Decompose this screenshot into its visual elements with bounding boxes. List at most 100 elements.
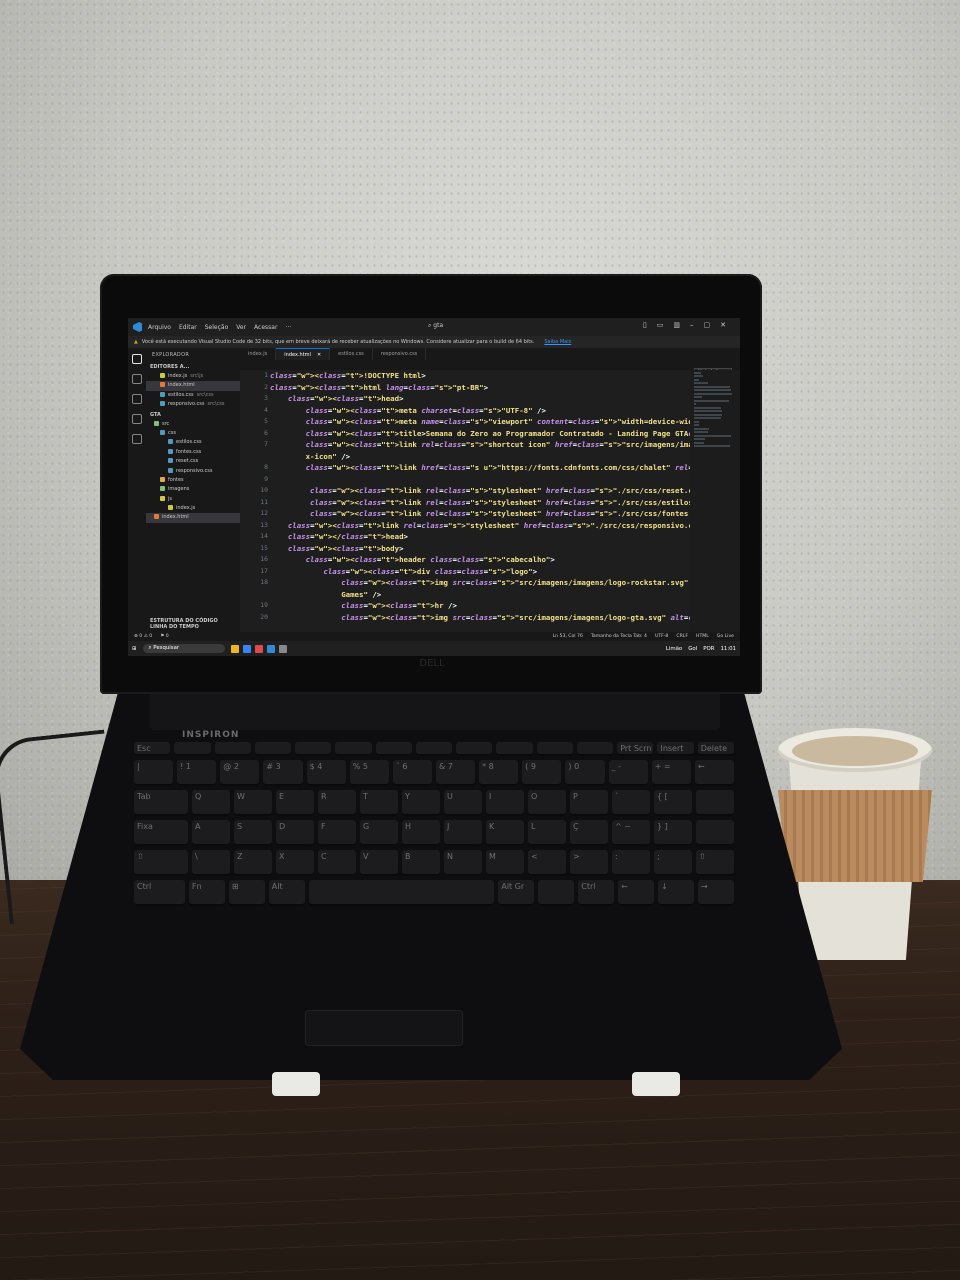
- vscode-taskbar-icon[interactable]: [266, 644, 275, 653]
- keyboard-key[interactable]: + =: [651, 760, 691, 786]
- keyboard-key[interactable]: $ 4: [306, 760, 346, 786]
- layout-sidebar-icon[interactable]: ▯: [643, 321, 647, 329]
- status-indentation[interactable]: Tamanho da Tecla Tab: 4: [591, 634, 647, 639]
- close-icon[interactable]: ✕: [720, 321, 726, 329]
- keyboard-key[interactable]: V: [360, 850, 398, 876]
- keyboard-key[interactable]: [295, 742, 332, 756]
- keyboard-key[interactable]: R: [318, 790, 356, 816]
- taskbar-search[interactable]: ⌕ Pesquisar: [142, 644, 225, 653]
- keyboard-key[interactable]: O: [528, 790, 566, 816]
- tab-index-js[interactable]: index.js: [240, 348, 277, 360]
- tab-index-html[interactable]: index.html ✕: [276, 348, 331, 360]
- keyboard-key[interactable]: Tab: [134, 790, 188, 816]
- keyboard-key[interactable]: % 5: [349, 760, 389, 786]
- store-icon[interactable]: [278, 644, 287, 653]
- keyboard-key[interactable]: |: [134, 760, 174, 786]
- minimize-icon[interactable]: –: [690, 321, 694, 329]
- code-line[interactable]: class="w"><class="t">link href=class="s …: [270, 462, 740, 474]
- keyboard-key[interactable]: { [: [654, 790, 692, 816]
- code-line[interactable]: class="w"><class="t">html lang=class="s"…: [270, 382, 690, 394]
- tree-folder-css[interactable]: css: [146, 429, 240, 438]
- extensions-icon[interactable]: [132, 434, 142, 444]
- code-line[interactable]: class="w"><class="t">link rel=class="s">…: [270, 520, 711, 532]
- keyboard-key[interactable]: [335, 742, 372, 756]
- search-view-icon[interactable]: [132, 374, 142, 384]
- keyboard-key[interactable]: Z: [234, 850, 272, 876]
- command-center-search[interactable]: ⌕ gta: [428, 322, 548, 332]
- keyboard-key[interactable]: C: [318, 850, 356, 876]
- keyboard-key[interactable]: ) 0: [565, 760, 605, 786]
- status-encoding[interactable]: UTF-8: [655, 634, 668, 639]
- keyboard-key[interactable]: \: [192, 850, 230, 876]
- keyboard-key[interactable]: I: [486, 790, 524, 816]
- code-line[interactable]: class="w"><class="t">header class=class=…: [270, 554, 690, 566]
- open-file-item[interactable]: index.js src\js: [146, 372, 240, 381]
- keyboard-key[interactable]: Fixa: [134, 820, 188, 846]
- code-line[interactable]: class="w"><class="t">title>Semana do Zer…: [270, 428, 740, 440]
- notification-link[interactable]: Saiba Mais: [544, 339, 571, 345]
- keyboard-key[interactable]: ! 1: [177, 760, 217, 786]
- keyboard-key[interactable]: D: [276, 820, 314, 846]
- keyboard-key[interactable]: [536, 742, 573, 756]
- keyboard-key[interactable]: * 8: [479, 760, 519, 786]
- keyboard-key[interactable]: [456, 742, 493, 756]
- tab-responsivo-css[interactable]: responsivo.css: [373, 348, 427, 360]
- keyboard-key[interactable]: # 3: [263, 760, 303, 786]
- keyboard-key[interactable]: [496, 742, 533, 756]
- layout-panel-icon[interactable]: ▭: [657, 321, 664, 329]
- keyboard-key[interactable]: S: [234, 820, 272, 846]
- keyboard-key[interactable]: ⊞: [228, 880, 265, 906]
- project-header[interactable]: GTA: [146, 410, 240, 420]
- status-go-live[interactable]: Go Live: [717, 634, 734, 639]
- open-file-item[interactable]: responsivo.css src\css: [146, 400, 240, 409]
- status-eol[interactable]: CRLF: [676, 634, 688, 639]
- code-line[interactable]: class="w"><class="t">meta charset=class=…: [270, 405, 690, 417]
- layout-split-icon[interactable]: ▥: [673, 321, 680, 329]
- keyboard-key[interactable]: ⇧: [134, 850, 188, 876]
- code-line[interactable]: class="w"><class="t">link rel=class="s">…: [270, 485, 719, 497]
- keyboard-key[interactable]: Insert: [657, 742, 694, 756]
- code-line[interactable]: class="w"><class="t">img src=class="s">"…: [270, 612, 740, 624]
- keyboard-key[interactable]: _ -: [608, 760, 648, 786]
- code-line[interactable]: class="w"><class="t">hr />: [270, 600, 690, 612]
- touchpad[interactable]: [305, 1010, 463, 1046]
- keyboard-key[interactable]: Alt Gr: [498, 880, 535, 906]
- code-line[interactable]: class="w"><class="t">img src=class="s">"…: [270, 577, 740, 589]
- code-line[interactable]: class="w"><class="t">link rel=class="s">…: [270, 508, 724, 520]
- menu-more[interactable]: ···: [285, 324, 291, 331]
- tree-file[interactable]: index.html: [146, 513, 240, 523]
- keyboard-key[interactable]: Ctrl: [134, 880, 185, 906]
- code-line[interactable]: class="w"><class="t">link rel=class="s">…: [270, 497, 728, 509]
- keyboard-key[interactable]: :: [612, 850, 650, 876]
- code-line[interactable]: class="w"><class="t">link rel=class="s">…: [270, 439, 740, 451]
- code-line[interactable]: class="w"><class="t">head>: [270, 393, 690, 405]
- menu-editar[interactable]: Editar: [179, 324, 197, 331]
- menu-arquivo[interactable]: Arquivo: [148, 324, 171, 331]
- tree-file[interactable]: index.js: [146, 504, 240, 513]
- keyboard-key[interactable]: [538, 880, 575, 906]
- menu-selecao[interactable]: Seleção: [205, 324, 229, 331]
- keyboard-key[interactable]: >: [570, 850, 608, 876]
- keyboard-key[interactable]: Alt: [268, 880, 305, 906]
- tree-file[interactable]: reset.css: [146, 457, 240, 466]
- tab-estilos-css[interactable]: estilos.css: [330, 348, 373, 360]
- keyboard-key[interactable]: [576, 742, 614, 756]
- keyboard-key[interactable]: `: [612, 790, 650, 816]
- keyboard-key[interactable]: @ 2: [220, 760, 260, 786]
- keyboard-key[interactable]: [254, 742, 292, 756]
- maximize-icon[interactable]: ▢: [704, 321, 711, 329]
- tree-folder-js[interactable]: js: [146, 495, 240, 504]
- tray-weather[interactable]: Limão: [666, 646, 682, 652]
- keyboard-key[interactable]: Fn: [188, 880, 225, 906]
- close-tab-icon[interactable]: ✕: [317, 352, 321, 358]
- keyboard-key[interactable]: F: [318, 820, 356, 846]
- keyboard-key[interactable]: ;: [654, 850, 692, 876]
- tree-file[interactable]: fontes.css: [146, 448, 240, 457]
- keyboard-key[interactable]: Delete: [697, 742, 734, 756]
- keyboard-key[interactable]: [214, 742, 251, 756]
- keyboard-key[interactable]: [415, 742, 453, 756]
- code-line[interactable]: class="w"></class="t">head>: [270, 531, 690, 543]
- keyboard-key[interactable]: [174, 742, 211, 756]
- code-lines[interactable]: class="w"><class="t">!DOCTYPE html> class…: [270, 370, 740, 624]
- keyboard-key[interactable]: Y: [402, 790, 440, 816]
